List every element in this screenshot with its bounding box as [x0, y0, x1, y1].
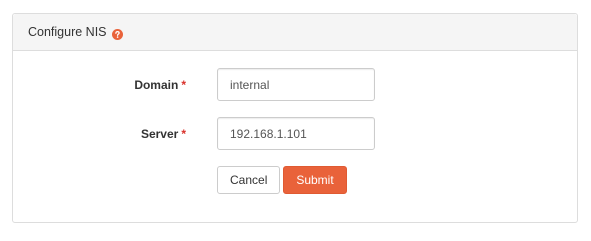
panel-heading: Configure NIS: [13, 14, 577, 51]
submit-button[interactable]: Submit: [283, 166, 347, 194]
server-label: Server *: [141, 117, 186, 151]
required-marker: *: [181, 78, 186, 92]
required-marker: *: [181, 127, 186, 141]
panel-title: Configure NIS: [28, 25, 107, 39]
domain-label-text: Domain: [134, 78, 179, 92]
configure-nis-panel: Configure NIS Domain* Server* Cancel Sub…: [12, 13, 578, 223]
question-circle-icon[interactable]: [111, 27, 123, 40]
actions-row: Cancel Submit: [13, 166, 577, 200]
domain-label: Domain *: [134, 68, 186, 102]
domain-row: Domain *: [13, 68, 577, 102]
server-row: Server *: [13, 117, 577, 151]
server-input[interactable]: [217, 117, 375, 150]
cancel-button[interactable]: Cancel: [217, 166, 281, 194]
server-label-text: Server: [140, 127, 179, 141]
domain-input[interactable]: [217, 68, 375, 101]
